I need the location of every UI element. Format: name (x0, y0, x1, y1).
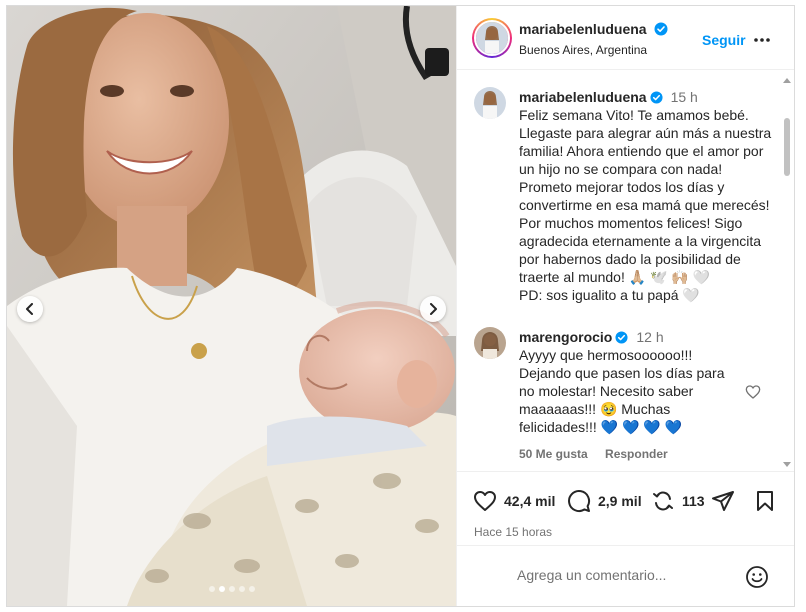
caption-avatar[interactable] (474, 87, 506, 119)
post-side-panel: mariabelenluduena Buenos Aires, Argentin… (456, 6, 794, 606)
more-icon[interactable] (752, 30, 772, 50)
carousel-dot (228, 586, 235, 592)
emoji-icon[interactable] (745, 565, 769, 589)
author-name-row: mariabelenluduena (519, 21, 668, 39)
photo-mother-and-baby (7, 6, 456, 606)
post-actions: 42,4 mil 2,9 mil 113 Hace 15 horas (457, 471, 794, 545)
verified-icon (654, 22, 668, 36)
post-location[interactable]: Buenos Aires, Argentina (519, 43, 647, 57)
save-icon (757, 491, 773, 511)
comment-username[interactable]: marengorocio (519, 329, 612, 345)
comments-count[interactable]: 2,9 mil (598, 493, 642, 509)
heart-icon (474, 491, 496, 511)
comment-line: no molestar! Necesito saber (519, 383, 694, 399)
save-button[interactable] (753, 489, 777, 513)
caption: mariabelenluduena 15 h Feliz semana Vito!… (519, 88, 771, 304)
comment-line: maaaaaas!!! 🥹 Muchas (519, 401, 671, 417)
repost-button[interactable]: 113 (651, 489, 705, 513)
comment-input[interactable] (517, 567, 737, 583)
reposts-count[interactable]: 113 (682, 493, 705, 509)
caption-header: mariabelenluduena 15 h (519, 88, 771, 106)
follow-button[interactable]: Seguir (702, 32, 746, 48)
caption-avatar-image (474, 87, 506, 119)
comments-list[interactable]: mariabelenluduena 15 h Feliz semana Vito!… (457, 71, 794, 471)
comment-like-heart-icon[interactable] (745, 384, 761, 400)
comment-meta: 50 Me gusta Responder (519, 447, 682, 461)
verified-icon (650, 91, 663, 104)
caption-line: PD: sos igualito a tu papá 🤍 (519, 287, 700, 303)
comment-header: marengorocio 12 h (519, 328, 724, 346)
chevron-right-icon (430, 303, 437, 315)
carousel-dot (248, 586, 255, 592)
comment-likes-count[interactable]: 50 Me gusta (519, 447, 588, 461)
author-avatar[interactable] (472, 18, 512, 58)
post-header: mariabelenluduena Buenos Aires, Argentin… (457, 6, 794, 70)
comment-line: felicidades!!! 💙 💙 💙 💙 (519, 419, 683, 435)
caption-line: un hijo no se compara con nada! (519, 161, 723, 177)
carousel-dot (208, 586, 215, 592)
comment: marengorocio 12 h Ayyyy que hermosoooooo!… (519, 328, 724, 436)
post-media[interactable] (7, 6, 456, 606)
comment-line: Ayyyy que hermosoooooo!!! (519, 347, 693, 363)
comment-composer (457, 545, 794, 606)
caption-username[interactable]: mariabelenluduena (519, 89, 647, 105)
chevron-left-icon (26, 303, 33, 315)
like-button[interactable]: 42,4 mil (473, 489, 555, 513)
author-avatar-image (476, 22, 508, 54)
share-button[interactable] (711, 489, 735, 513)
reply-button[interactable]: Responder (605, 447, 668, 461)
comments-scrollbar[interactable] (784, 118, 790, 176)
caption-line: Feliz semana Vito! Te amamos bebé. (519, 107, 749, 123)
next-slide-button[interactable] (420, 296, 446, 322)
comment-text: Ayyyy que hermosoooooo!!! Dejando que pa… (519, 346, 724, 436)
comment-time[interactable]: 12 h (636, 329, 663, 345)
comment-avatar[interactable] (474, 327, 506, 359)
caption-line: agradecida eternamente a la virgencita (519, 233, 762, 249)
scroll-down-arrow[interactable] (783, 462, 791, 467)
comment-avatar-image (474, 327, 506, 359)
caption-line: Llegaste para alegrar aún más a nuestra (519, 125, 772, 141)
share-icon (712, 491, 734, 511)
previous-slide-button[interactable] (17, 296, 43, 322)
caption-line: Por muchos momentos felices! Sigo (519, 215, 743, 231)
comment-line: Dejando que pasen los días para (519, 365, 725, 381)
comment-icon (568, 490, 591, 512)
caption-line: familia! Ahora entiendo que el amor por (519, 143, 764, 159)
likes-count[interactable]: 42,4 mil (504, 493, 555, 509)
caption-line: convertirme en esa mamá que merecés! (519, 197, 770, 213)
scroll-up-arrow[interactable] (783, 78, 791, 83)
carousel-indicator (7, 586, 456, 592)
post-timestamp[interactable]: Hace 15 horas (474, 525, 552, 539)
caption-time[interactable]: 15 h (671, 89, 698, 105)
caption-line: Prometo mejorar todos los días y (519, 179, 725, 195)
carousel-dot (238, 586, 245, 592)
carousel-dot-active (218, 586, 225, 592)
author-username[interactable]: mariabelenluduena (519, 21, 647, 37)
caption-line: traerte al mundo! 🙏🏼 🕊️ 🙌🏼 🤍 (519, 269, 711, 285)
repost-icon (653, 491, 673, 511)
post-dialog: mariabelenluduena Buenos Aires, Argentin… (6, 5, 795, 607)
caption-text: Feliz semana Vito! Te amamos bebé. Llega… (519, 106, 771, 304)
comment-button[interactable]: 2,9 mil (567, 489, 642, 513)
verified-icon (615, 331, 628, 344)
caption-line: por habernos dado la posibilidad de (519, 251, 741, 267)
